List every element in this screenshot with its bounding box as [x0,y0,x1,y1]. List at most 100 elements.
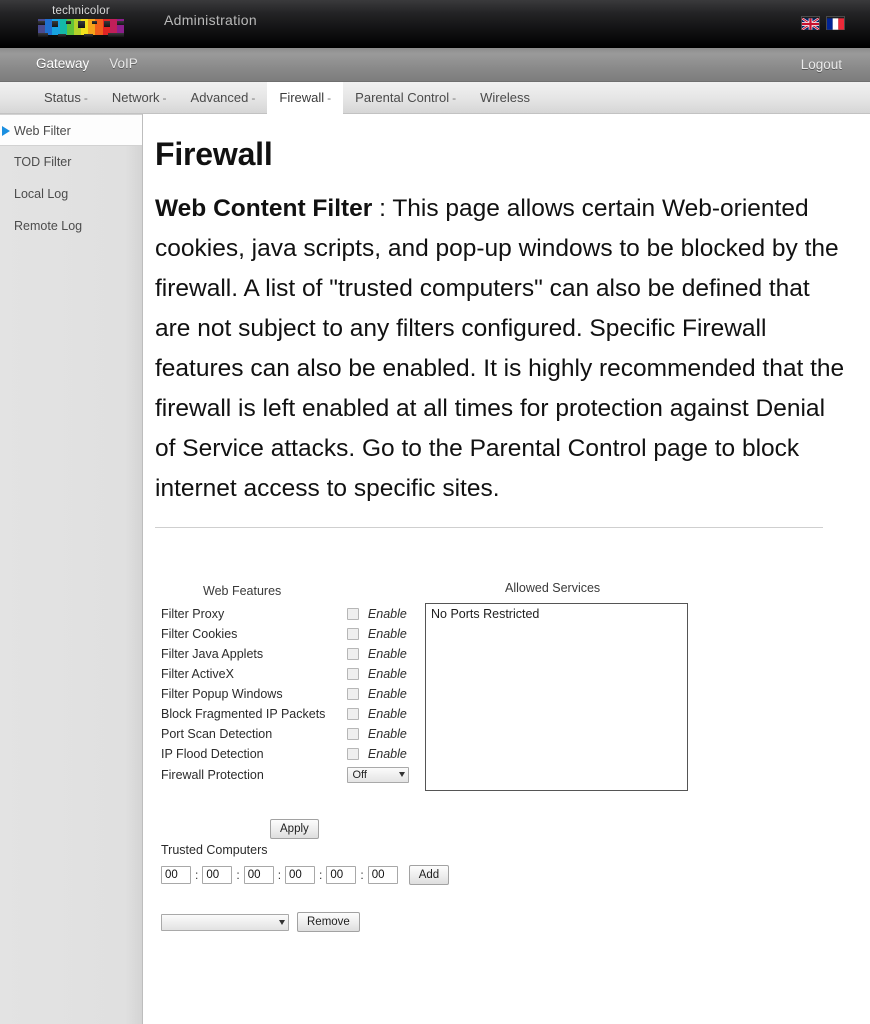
mac-separator: : [319,868,323,882]
checkbox-filter-proxy[interactable] [347,608,360,620]
mac-octet-4[interactable] [285,866,316,884]
checkbox-filter-popup-windows[interactable] [347,688,360,700]
trusted-computers-select[interactable] [161,913,289,931]
tab-wireless-label: Wireless [480,90,530,105]
mac-octet-6[interactable] [367,866,398,884]
page-root: technicolor Administration Gateway VoIP … [0,0,870,1024]
intro-bold-label: Web Content Filter [155,195,373,222]
page-header-title: Administration [164,12,257,28]
tab-status-label: Status [44,90,81,105]
page-title: Firewall [155,136,273,172]
table-row: Block Fragmented IP Packets Enable [161,704,461,724]
logo-rainbow-bars [38,19,125,35]
checkbox-filter-cookies[interactable] [347,628,360,640]
sidebar: Web Filter TOD Filter Local Log Remote L… [0,114,143,1024]
secondary-nav-items: Gateway VoIP [36,56,138,71]
tab-advanced[interactable]: Advanced - [179,82,268,114]
tab-network[interactable]: Network - [100,82,179,114]
table-row: Filter Proxy Enable [161,604,461,624]
remove-row: Remove [161,912,360,932]
enable-label: Enable [367,687,407,701]
technicolor-logo[interactable]: technicolor [38,5,125,35]
feature-label: Filter Cookies [161,627,238,641]
language-flags [801,17,844,31]
chevron-down-icon: - [452,91,457,105]
feature-label: Block Fragmented IP Packets [161,707,326,721]
main-nav-bar: Status - Network - Advanced - Firewall - Par… [0,82,870,114]
chevron-down-icon: - [83,91,88,105]
sidebar-item-label: Remote Log [14,219,83,233]
enable-label: Enable [367,727,407,741]
logout-link[interactable]: Logout [801,57,842,72]
logo-wordmark: technicolor [52,5,110,17]
uk-flag-icon[interactable] [801,17,820,31]
table-row: Filter Java Applets Enable [161,644,461,664]
add-button[interactable]: Add [408,865,450,885]
subnav-item-gateway[interactable]: Gateway [36,56,89,71]
tab-status[interactable]: Status - [32,82,100,114]
firewall-protection-label: Firewall Protection [161,768,264,782]
apply-button[interactable]: Apply [270,819,319,839]
checkbox-ip-flood-detection[interactable] [347,748,360,760]
checkbox-port-scan-detection[interactable] [347,728,360,740]
firewall-protection-select-wrap: Off [347,767,410,783]
allowed-services-text: No Ports Restricted [431,607,540,621]
sidebar-item-web-filter[interactable]: Web Filter [0,114,142,146]
intro-paragraph: Web Content Filter : This page allows ce… [155,189,845,509]
allowed-services-listbox[interactable]: No Ports Restricted [425,603,688,791]
feature-label: IP Flood Detection [161,747,264,761]
section-divider [155,527,823,528]
tab-firewall-label: Firewall [279,90,325,105]
checkbox-block-fragmented-ip-packets[interactable] [347,708,360,720]
intro-body-text: This page allows certain Web-oriented co… [155,195,845,502]
chevron-down-icon: - [251,91,256,105]
allowed-services-heading: Allowed Services [505,581,601,595]
enable-label: Enable [367,647,407,661]
table-row: Firewall Protection Off [161,764,461,786]
chevron-down-icon: - [162,91,167,105]
enable-label: Enable [367,667,407,681]
intro-separator: : [372,195,393,222]
sidebar-item-label: TOD Filter [14,155,72,169]
mac-octet-3[interactable] [243,866,274,884]
subnav-item-voip[interactable]: VoIP [109,56,138,71]
enable-label: Enable [367,707,407,721]
logout-area: Logout [801,56,842,74]
trusted-computers-label: Trusted Computers [161,843,268,857]
table-row: IP Flood Detection Enable [161,744,461,764]
sidebar-item-remote-log[interactable]: Remote Log [0,210,142,242]
tab-wireless[interactable]: Wireless [468,82,542,114]
table-row: Filter Cookies Enable [161,624,461,644]
feature-label: Filter Proxy [161,607,225,621]
mac-octet-2[interactable] [202,866,233,884]
tab-advanced-label: Advanced [190,90,249,105]
web-features-table: Filter Proxy Enable Filter Cookies Enabl… [161,604,461,786]
tab-firewall[interactable]: Firewall - [267,82,344,114]
mac-octet-1[interactable] [161,866,191,884]
mac-address-row: : : : : : Add [161,865,450,885]
top-header-bar: technicolor Administration [0,0,870,48]
web-features-heading: Web Features [203,584,282,598]
table-row: Port Scan Detection Enable [161,724,461,744]
sidebar-item-label: Local Log [14,187,69,201]
feature-label: Filter Java Applets [161,647,264,661]
checkbox-filter-activex[interactable] [347,668,360,680]
checkbox-filter-java-applets[interactable] [347,648,360,660]
remove-button[interactable]: Remove [297,912,360,932]
sidebar-item-tod-filter[interactable]: TOD Filter [0,146,142,178]
feature-label: Filter ActiveX [161,667,234,681]
mac-octet-5[interactable] [326,866,357,884]
enable-label: Enable [367,607,407,621]
firewall-protection-select[interactable]: Off [347,767,410,783]
arrow-right-icon [2,126,10,136]
mac-separator: : [277,868,282,882]
secondary-nav-bar: Gateway VoIP Logout [0,48,870,82]
enable-label: Enable [367,627,407,641]
sidebar-item-label: Web Filter [14,124,71,138]
enable-label: Enable [367,747,407,761]
trusted-computers-select-wrap [161,913,289,931]
tab-parental-control[interactable]: Parental Control - [343,82,468,114]
sidebar-item-local-log[interactable]: Local Log [0,178,142,210]
tab-network-label: Network [111,90,160,105]
fr-flag-icon[interactable] [827,17,844,30]
